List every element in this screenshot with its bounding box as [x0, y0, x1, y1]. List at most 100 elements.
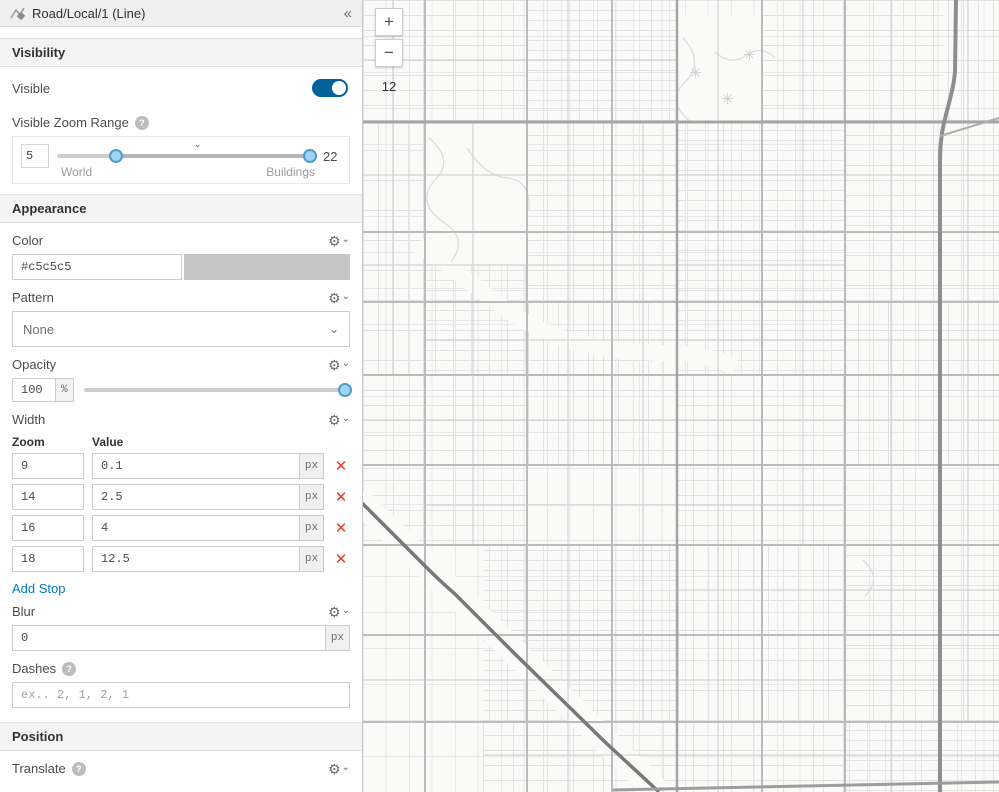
min-zoom-handle[interactable] [108, 149, 123, 163]
visibility-content: Visible Visible Zoom Range ? ⌄ [0, 67, 362, 184]
stop-value-input[interactable] [92, 546, 324, 572]
gear-icon: ⚙ [328, 232, 341, 249]
stop-value-wrap: px [92, 484, 324, 510]
pattern-label: Pattern [12, 290, 54, 305]
blur-input[interactable] [12, 625, 350, 651]
zoom-in-button[interactable]: + [375, 8, 403, 36]
pattern-label-row: Pattern ⚙ ⌄ [12, 290, 350, 305]
chevron-down-icon: ⌄ [328, 322, 339, 336]
delete-stop-icon[interactable]: ✕ [332, 552, 350, 567]
zoom-range-slider[interactable]: ⌄ [57, 139, 317, 169]
px-unit: px [299, 454, 323, 478]
slider-track [83, 388, 350, 392]
zoom-out-button[interactable]: − [375, 39, 403, 67]
stop-value-input[interactable] [92, 453, 324, 479]
pattern-options-button[interactable]: ⚙ ⌄ [328, 291, 350, 305]
delete-stop-icon[interactable]: ✕ [332, 459, 350, 474]
line-layer-icon [10, 7, 26, 20]
toggle-knob [332, 81, 346, 95]
app: Road/Local/1 (Line) « Visibility Visible… [0, 0, 999, 792]
width-stop-row: px ✕ [12, 484, 350, 510]
zoom-range-label-row: Visible Zoom Range ? [12, 115, 350, 130]
gear-icon: ⚙ [328, 760, 341, 777]
map-canvas[interactable]: ✳ ✳ ✳ [363, 0, 999, 792]
width-label-row: Width ⚙ ⌄ [12, 412, 350, 427]
color-row [12, 254, 350, 280]
svg-text:✳: ✳ [721, 90, 734, 108]
opacity-handle[interactable] [338, 383, 352, 397]
panel-header: Road/Local/1 (Line) « [0, 0, 362, 27]
help-icon[interactable]: ? [134, 115, 149, 130]
stop-value-wrap: px [92, 546, 324, 572]
dashes-input[interactable] [12, 682, 350, 708]
translate-label: Translate [12, 761, 66, 776]
svg-text:✳: ✳ [689, 64, 702, 82]
gear-icon: ⚙ [328, 356, 341, 373]
spacer [0, 27, 362, 38]
section-appearance: Appearance [0, 194, 362, 223]
stop-zoom-input[interactable] [12, 453, 84, 479]
delete-stop-icon[interactable]: ✕ [332, 490, 350, 505]
current-zoom-marker-icon: ⌄ [193, 139, 202, 149]
section-visibility: Visibility [0, 38, 362, 67]
blur-label-row: Blur ⚙ ⌄ [12, 604, 350, 619]
stop-zoom-input[interactable] [12, 515, 84, 541]
pattern-select[interactable]: None ⌄ [12, 311, 350, 347]
current-zoom-level: 12 [381, 79, 397, 94]
map-zoom-control: + − 12 [375, 8, 403, 94]
opacity-slider[interactable] [83, 378, 352, 402]
opacity-options-button[interactable]: ⚙ ⌄ [328, 358, 350, 372]
stop-value-wrap: px [92, 515, 324, 541]
width-stop-row: px ✕ [12, 453, 350, 479]
map-container: ✳ ✳ ✳ + − 12 [363, 0, 999, 792]
width-options-button[interactable]: ⚙ ⌄ [328, 413, 350, 427]
blur-options-button[interactable]: ⚙ ⌄ [328, 605, 350, 619]
zoom-max-value: 22 [323, 148, 338, 164]
chevron-down-icon: ⌄ [341, 412, 350, 424]
chevron-down-icon: ⌄ [341, 233, 350, 245]
style-editor-panel: Road/Local/1 (Line) « Visibility Visible… [0, 0, 363, 792]
add-stop-link[interactable]: Add Stop [12, 581, 66, 596]
opacity-row: % [12, 378, 352, 402]
stop-value-input[interactable] [92, 484, 324, 510]
delete-stop-icon[interactable]: ✕ [332, 521, 350, 536]
visible-toggle[interactable] [312, 79, 348, 97]
stop-value-input[interactable] [92, 515, 324, 541]
px-unit: px [325, 626, 349, 650]
translate-label-row: Translate ? ⚙ ⌄ [0, 751, 362, 776]
opacity-label: Opacity [12, 357, 57, 372]
color-label: Color [12, 233, 44, 248]
gear-icon: ⚙ [328, 603, 341, 620]
opacity-unit: % [56, 378, 74, 402]
max-zoom-handle[interactable] [303, 149, 317, 163]
opacity-input[interactable] [12, 378, 56, 402]
stop-value-wrap: px [92, 453, 324, 479]
pattern-selected-value: None [23, 321, 55, 337]
panel-title: Road/Local/1 (Line) [32, 5, 146, 21]
visible-row: Visible [12, 67, 350, 105]
zoom-range-label: Visible Zoom Range [12, 115, 129, 130]
gear-icon: ⚙ [328, 411, 341, 428]
stop-zoom-input[interactable] [12, 546, 84, 572]
translate-options-button[interactable]: ⚙ ⌄ [328, 762, 350, 776]
width-stop-row: px ✕ [12, 546, 350, 572]
opacity-label-row: Opacity ⚙ ⌄ [12, 357, 350, 372]
collapse-panel-icon[interactable]: « [344, 5, 352, 22]
blur-input-wrap: px [12, 625, 350, 651]
chevron-down-icon: ⌄ [341, 357, 350, 369]
zoom-min-input[interactable] [21, 144, 49, 168]
appearance-content: Color ⚙ ⌄ Pattern ⚙ ⌄ None [0, 233, 362, 708]
color-options-button[interactable]: ⚙ ⌄ [328, 234, 350, 248]
zoom-range-main: ⌄ 22 [21, 139, 341, 169]
stop-zoom-input[interactable] [12, 484, 84, 510]
visible-label: Visible [12, 80, 51, 96]
px-unit: px [299, 516, 323, 540]
section-position: Position [0, 722, 362, 751]
color-input[interactable] [12, 254, 182, 280]
color-swatch[interactable] [184, 254, 350, 280]
value-column-header: Value [92, 435, 124, 449]
slider-selected-range [115, 154, 315, 158]
help-icon[interactable]: ? [71, 761, 86, 776]
help-icon[interactable]: ? [62, 661, 77, 676]
blur-label: Blur [12, 604, 36, 619]
